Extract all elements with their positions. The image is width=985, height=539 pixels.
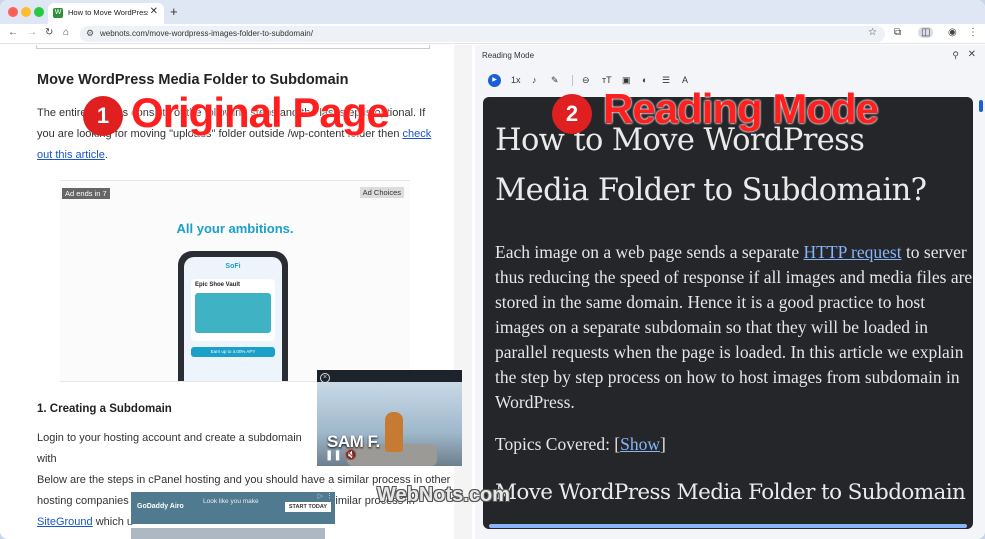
topics-prefix: Topics Covered: [ [495,434,621,454]
forward-arrow-icon[interactable]: → [27,27,37,38]
article-heading: Move WordPress Media Folder to Subdomain [37,72,349,88]
video-person [385,412,403,452]
search-box-remnant [36,45,430,49]
section-para2-end: which u [92,516,134,528]
section-heading: 1. Creating a Subdomain [37,403,172,415]
bottom-ad-strip [131,528,325,539]
bottom-banner-ad[interactable]: GoDaddy Airo Look like you make START TO… [131,492,335,524]
tab-title: How to Move WordPress Images Folder to S… [68,8,148,17]
webnots-watermark: WebNots.com [377,484,510,506]
url-text: webnots.com/move-wordpress-images-folder… [100,29,313,38]
video-overlay-text: SAM F. [327,432,380,451]
rm-para-before: Each image on a web page sends a separat… [495,242,804,262]
ad-headline: All your ambitions. [176,221,294,236]
rm-para-after: to server thus reducing the speed of res… [495,242,973,412]
site-info-icon[interactable]: ⚙ [86,28,94,39]
color-palette-icon[interactable]: ◐ [642,75,647,85]
address-bar[interactable]: ⚙ webnots.com/move-wordpress-images-fold… [80,26,885,42]
ad-card-label: Epic Shoe Vault [195,282,241,288]
menu-kebab-icon[interactable]: ⋮ [968,27,978,38]
annotation-reading-mode: Reading Mode [603,85,879,132]
banner-logo: GoDaddy Airo [137,503,184,510]
voice-icon[interactable]: ♪ [532,75,537,85]
floating-video-player[interactable]: × SAM F. ❚❚ 🔇 [317,370,462,466]
ad-card: Epic Shoe Vault [191,279,275,341]
close-window-button[interactable] [8,7,18,17]
phone-screen: SoFi Epic Shoe Vault Earn up to 4.00% AP… [184,257,282,381]
highlight-icon[interactable]: ✎ [551,75,559,86]
scrollbar-thumb[interactable] [979,100,983,112]
home-icon[interactable]: ⌂ [63,27,69,38]
panel-close-icon[interactable]: ✕ [968,49,976,60]
video-pause-mute-icon[interactable]: ❚❚ 🔇 [325,450,357,461]
browser-window: W How to Move WordPress Images Folder to… [0,0,985,539]
webnots-favicon-icon: W [53,8,63,18]
reload-icon[interactable]: ↻ [45,27,53,38]
annotation-number-2: 2 [552,94,592,134]
intro-end: . [104,149,108,161]
tab-strip: W How to Move WordPress Images Folder to… [0,0,985,24]
ad-choices-button[interactable]: Ad Choices [359,187,404,198]
new-tab-button[interactable]: + [170,4,178,19]
topics-suffix: ] [660,434,666,454]
letter-spacing-icon[interactable]: A [682,75,688,85]
display-ad[interactable]: Ad ends in 7 Ad Choices All your ambitio… [60,180,410,382]
banner-menu-icon[interactable]: ⋮ [326,492,333,500]
active-tab[interactable]: W How to Move WordPress Images Folder to… [48,3,164,24]
profile-avatar-icon[interactable]: ◉ [948,27,957,38]
back-arrow-icon[interactable]: ← [8,27,18,38]
reading-mode-document[interactable]: How to Move WordPress Media Folder to Su… [483,97,973,529]
reading-progress-bar [489,524,967,528]
ad-brand-logo: SoFi [225,263,241,270]
play-icon[interactable]: ▶ [488,74,501,87]
topics-show-link[interactable]: Show [620,434,660,454]
side-panel-icon[interactable]: ◫ [918,27,934,38]
extensions-puzzle-icon[interactable]: ⧉ [894,27,901,38]
maximize-window-button[interactable] [34,7,44,17]
speed-button[interactable]: 1x [511,75,521,85]
topics-covered: Topics Covered: [Show] [495,434,666,455]
pin-icon[interactable]: ⚲ [952,50,959,61]
section-paragraph: Login to your hosting account and create… [37,432,302,465]
siteground-link[interactable]: SiteGround [37,516,93,528]
annotation-number-1: 1 [83,96,123,136]
link-icon[interactable]: ⊖ [582,75,590,86]
ad-card-image [195,293,271,333]
font-size-icon[interactable]: ᴛT [602,75,612,85]
ad-cta-button: Earn up to 4.00% APY [191,347,275,357]
bookmark-star-icon[interactable]: ☆ [868,27,877,38]
banner-start-button[interactable]: START TODAY [284,502,331,512]
video-close-icon[interactable]: × [320,373,330,383]
reading-mode-section-heading: Move WordPress Media Folder to Subdomain [495,480,966,505]
tab-close-icon[interactable]: ✕ [150,6,158,17]
annotation-original-page: Original Page [131,89,390,136]
reading-mode-title: Reading Mode [482,51,535,60]
browser-toolbar: ← → ↻ ⌂ ⚙ webnots.com/move-wordpress-ima… [0,24,985,44]
http-request-link[interactable]: HTTP request [804,242,902,262]
banner-adchoice-icon[interactable]: ▷ [318,492,323,500]
banner-text: Look like you make [203,498,259,505]
minimize-window-button[interactable] [21,7,31,17]
toolbar-separator [572,75,573,86]
reading-mode-paragraph: Each image on a web page sends a separat… [495,240,973,415]
ad-countdown-badge: Ad ends in 7 [62,188,110,199]
ad-phone-illustration: SoFi Epic Shoe Vault Earn up to 4.00% AP… [178,251,288,381]
